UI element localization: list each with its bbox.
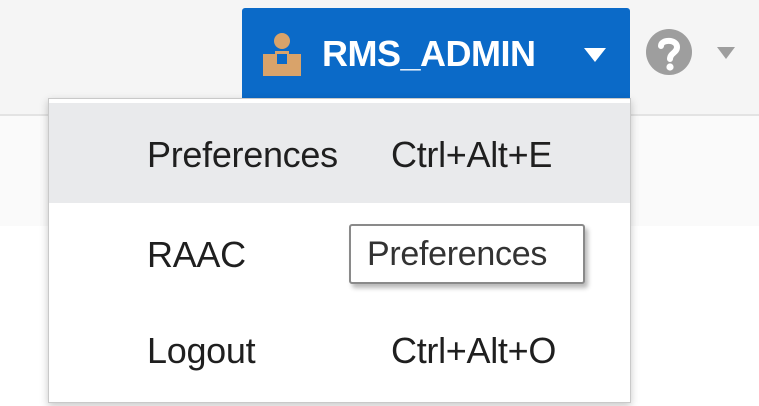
chevron-down-icon bbox=[584, 48, 606, 62]
menu-item-label: Logout bbox=[147, 330, 256, 371]
menu-item-label: RAAC bbox=[147, 234, 246, 275]
menu-item-preferences[interactable]: Preferences Ctrl+Alt+E bbox=[49, 103, 630, 203]
user-icon bbox=[263, 33, 301, 76]
menu-item-shortcut: Ctrl+Alt+O bbox=[391, 330, 557, 371]
tooltip-text: Preferences bbox=[367, 235, 548, 273]
user-menu-button[interactable]: RMS_ADMIN bbox=[242, 8, 630, 98]
menu-item-label: Preferences bbox=[147, 134, 338, 175]
menu-item-shortcut: Ctrl+Alt+E bbox=[391, 134, 553, 175]
tooltip: Preferences bbox=[349, 224, 585, 284]
username-label: RMS_ADMIN bbox=[322, 33, 536, 74]
menu-item-logout[interactable]: Logout Ctrl+Alt+O bbox=[49, 299, 630, 399]
help-icon[interactable] bbox=[645, 28, 693, 76]
chevron-down-icon[interactable] bbox=[717, 47, 735, 59]
